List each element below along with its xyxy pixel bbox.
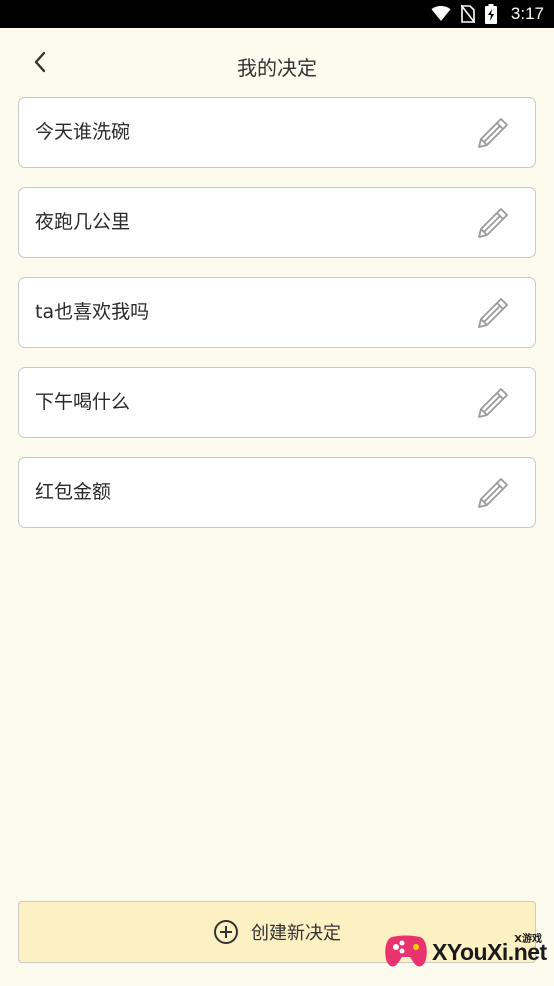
status-icons: 3:17 <box>431 0 544 28</box>
decision-label: 夜跑几公里 <box>35 211 131 233</box>
status-time: 3:17 <box>510 4 544 23</box>
pencil-icon[interactable] <box>475 205 511 241</box>
pencil-icon[interactable] <box>475 475 511 511</box>
decision-label: 红包金额 <box>35 481 112 503</box>
page-title: 我的决定 <box>237 56 317 80</box>
pencil-icon[interactable] <box>475 385 511 421</box>
header: 我的决定 <box>0 28 554 98</box>
no-sim-icon <box>460 5 475 23</box>
decision-label: 下午喝什么 <box>35 391 131 413</box>
decision-item[interactable]: 夜跑几公里 <box>18 187 536 258</box>
decision-label: ta也喜欢我吗 <box>35 301 150 323</box>
battery-charging-icon <box>484 4 497 24</box>
plus-circle-icon <box>214 920 238 944</box>
create-decision-label: 创建新决定 <box>251 923 341 944</box>
decision-label: 今天谁洗碗 <box>35 121 131 143</box>
wifi-icon <box>431 6 451 21</box>
decision-list: 今天谁洗碗 夜跑几公里 ta也喜欢我吗 下午喝什么 红包金额 <box>18 97 536 547</box>
create-decision-button[interactable]: 创建新决定 <box>18 901 536 963</box>
decision-item[interactable]: 下午喝什么 <box>18 367 536 438</box>
pencil-icon[interactable] <box>475 295 511 331</box>
pencil-icon[interactable] <box>475 115 511 151</box>
decision-item[interactable]: ta也喜欢我吗 <box>18 277 536 348</box>
decision-item[interactable]: 红包金额 <box>18 457 536 528</box>
decision-item[interactable]: 今天谁洗碗 <box>18 97 536 168</box>
status-bar: 3:17 <box>0 0 554 28</box>
